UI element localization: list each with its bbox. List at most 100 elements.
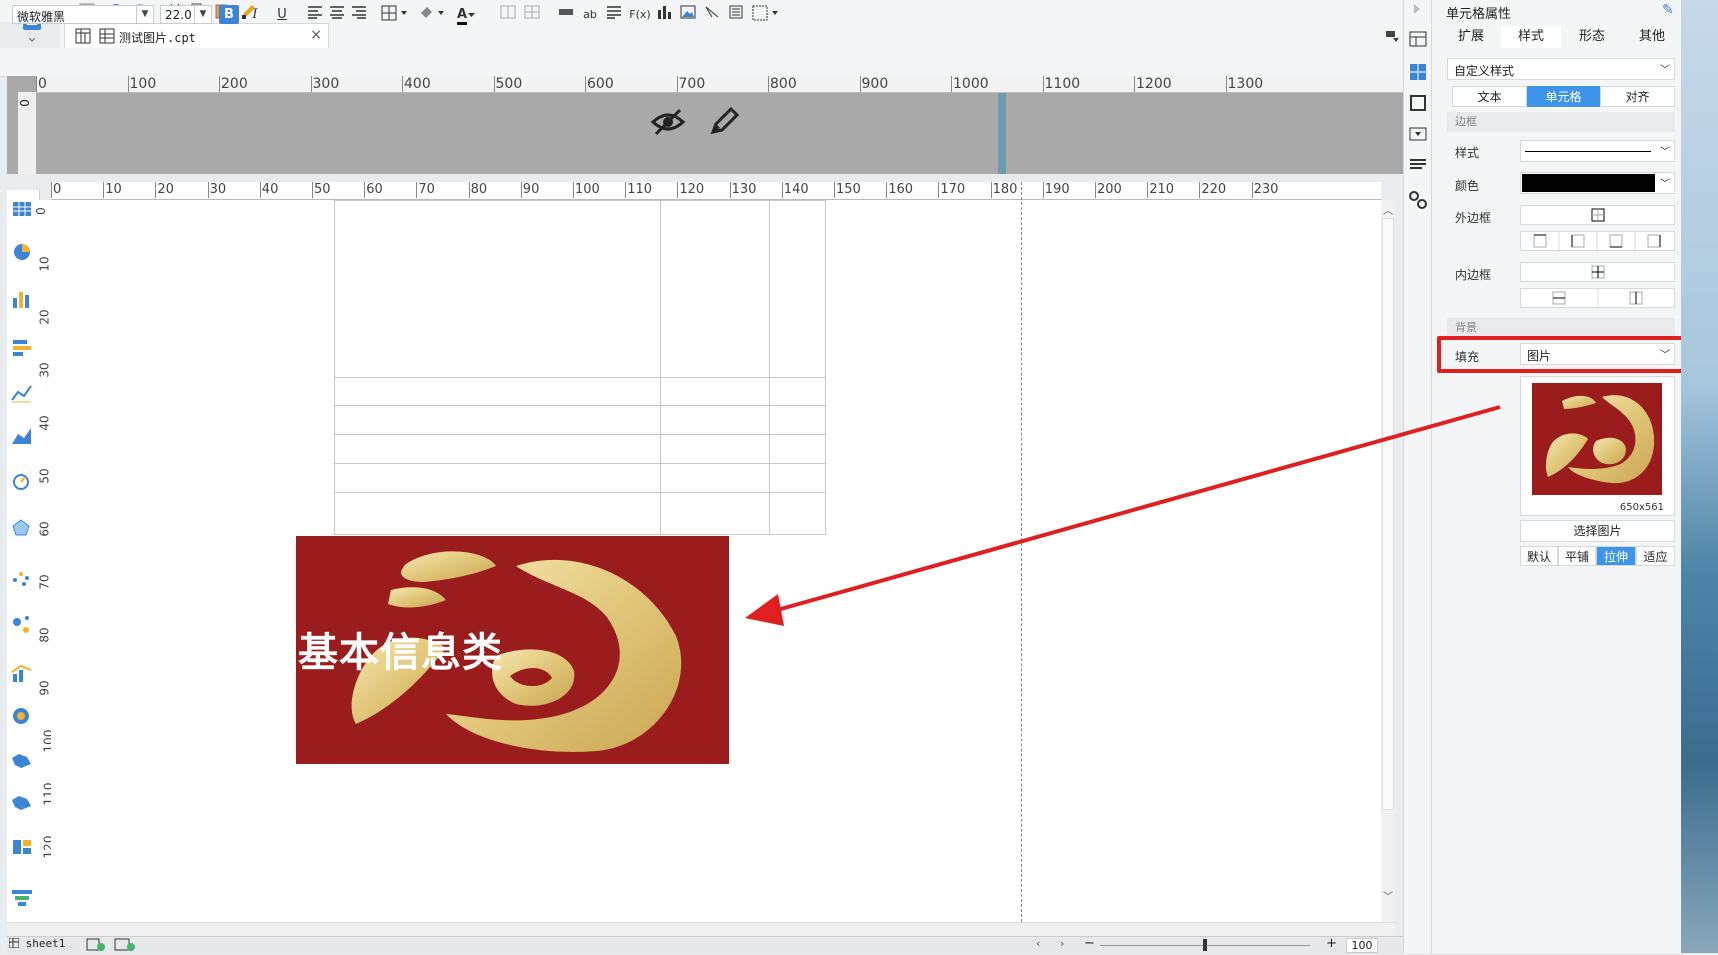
split-cells-icon[interactable] (522, 5, 542, 24)
outer-border-all-button[interactable] (1520, 205, 1675, 225)
fit-default-button[interactable]: 默认 (1520, 546, 1558, 566)
zoom-in-button[interactable]: + (1326, 936, 1337, 951)
condition-icon (1410, 159, 1426, 169)
style-mode-select[interactable]: 自定义样式 ﹀ (1447, 58, 1675, 80)
prev-page-icon[interactable]: ‹ (1036, 937, 1040, 950)
ruler-tick (1199, 182, 1201, 198)
fit-tile-button[interactable]: 平铺 (1558, 546, 1596, 566)
ruler-tick (768, 76, 769, 92)
ruler-tick (310, 76, 312, 92)
merge-cells-icon[interactable] (498, 5, 518, 24)
sheet-tab[interactable]: sheet1 (8, 937, 69, 953)
report-cell-grid[interactable] (334, 200, 826, 536)
ruler-tick (468, 182, 470, 198)
font-color-icon[interactable]: A (452, 5, 482, 25)
outer-border-sides[interactable] (1520, 231, 1675, 252)
hide-preview-icon[interactable] (650, 106, 686, 138)
scroll-down-icon[interactable]: ﹀ (1383, 888, 1393, 903)
border-section-header[interactable]: 边框 (1447, 112, 1675, 132)
tab-other[interactable]: 其他 (1623, 26, 1681, 48)
horizontal-scrollbar[interactable] (7, 922, 1395, 937)
file-tab[interactable]: 测试图片.cpt × (64, 23, 329, 48)
image-preview-box[interactable]: 650x561 (1520, 376, 1675, 516)
ruler-label: 400 (404, 76, 431, 92)
float-element-icon[interactable] (752, 5, 782, 24)
ruler-tick (493, 76, 495, 92)
zoom-slider-handle[interactable] (1203, 939, 1207, 951)
sub-report-icon[interactable] (726, 5, 746, 24)
ruler-label: 300 (312, 76, 340, 92)
choose-image-button[interactable]: 选择图片 (1520, 520, 1675, 542)
inner-border-sides[interactable] (1520, 288, 1675, 309)
pie-chart-icon (14, 244, 30, 260)
bold-button[interactable]: B (219, 5, 239, 24)
paragraph-icon[interactable] (604, 5, 624, 24)
chevron-down-icon: ▼ (194, 6, 211, 23)
next-page-icon[interactable]: › (1060, 937, 1064, 950)
ruler-label: 60 (37, 521, 52, 537)
format-toolbar (0, 48, 1403, 77)
border-all-icon (1591, 208, 1605, 222)
border-dropdown-icon[interactable] (381, 5, 411, 24)
text-wrap-button[interactable]: ab (580, 5, 600, 24)
ruler-label: 40 (37, 415, 52, 431)
underline-button[interactable]: U (272, 5, 292, 24)
italic-button[interactable]: I (245, 5, 265, 24)
ruler-label: 50 (314, 182, 331, 197)
ruler-tick (312, 182, 313, 198)
border-style-select[interactable]: ﹀ (1520, 140, 1675, 162)
background-section-header[interactable]: 背景 (1447, 318, 1675, 338)
ruler-label: 190 (1044, 182, 1070, 197)
image-size-label: 650x561 (1619, 502, 1664, 513)
tab-style[interactable]: 样式 (1501, 26, 1561, 48)
close-tab-button[interactable]: × (310, 27, 322, 43)
edit-pencil-icon[interactable] (708, 104, 740, 138)
chart-icon[interactable] (654, 5, 674, 24)
segment-cell[interactable]: 单元格 (1527, 86, 1600, 107)
segment-align[interactable]: 对齐 (1600, 86, 1675, 107)
segment-text[interactable]: 文本 (1452, 86, 1527, 107)
ruler-tick (1095, 182, 1096, 198)
ruler-label: 30 (209, 182, 227, 197)
tab-shape[interactable]: 形态 (1561, 26, 1623, 48)
add-sheet-icon[interactable] (86, 938, 106, 952)
panel-title: 单元格属性 (1446, 7, 1512, 22)
scroll-up-icon[interactable]: ︿ (1383, 202, 1393, 217)
ruler-tick (886, 182, 888, 198)
ruler-tick (859, 76, 861, 92)
widget-icon (1409, 127, 1427, 141)
align-left-icon[interactable] (305, 5, 325, 24)
align-right-icon[interactable] (349, 5, 369, 24)
ruler-tick (1134, 76, 1135, 92)
formula-button[interactable]: F(x) (628, 5, 652, 24)
ruler-label: 0 (53, 182, 62, 197)
cpt-file-icon (99, 28, 115, 44)
inner-border-all-button[interactable] (1520, 262, 1675, 282)
fit-adapt-button[interactable]: 适应 (1636, 546, 1675, 566)
zoom-value[interactable]: 100 (1346, 938, 1378, 953)
tab-expand[interactable]: 扩展 (1441, 26, 1501, 48)
border-color-select[interactable]: ﹀ (1520, 172, 1675, 194)
insert-image-icon[interactable] (678, 5, 698, 24)
align-center-icon[interactable] (327, 5, 347, 24)
fill-color-icon[interactable] (418, 5, 448, 24)
font-size-select[interactable]: 22.0 ▼ (160, 5, 212, 24)
component-icons (11, 202, 32, 906)
insert-row-icon[interactable] (556, 5, 576, 24)
vertical-scrollbar-thumb[interactable] (1382, 218, 1394, 810)
add-poly-sheet-icon[interactable] (114, 938, 136, 952)
slash-line-icon[interactable] (702, 5, 722, 24)
tab-menu-icon[interactable] (1385, 29, 1401, 43)
ruler-label: 80 (37, 627, 52, 643)
font-family-select[interactable]: 微软雅黑 ▼ (12, 5, 154, 24)
ruler-label: 0 (33, 207, 48, 215)
header-vertical-ruler: 0 (17, 92, 37, 174)
image-cell[interactable]: 基本信息类 (296, 536, 729, 764)
header-boundary-marker[interactable] (998, 93, 1006, 174)
ruler-label: 100 (575, 182, 600, 197)
zoom-out-button[interactable]: − (1084, 936, 1095, 951)
ruler-tick (676, 76, 678, 92)
fit-stretch-button[interactable]: 拉伸 (1596, 546, 1636, 566)
ruler-label: 0 (38, 76, 47, 92)
edit-property-icon[interactable]: ✎ (1662, 2, 1674, 18)
